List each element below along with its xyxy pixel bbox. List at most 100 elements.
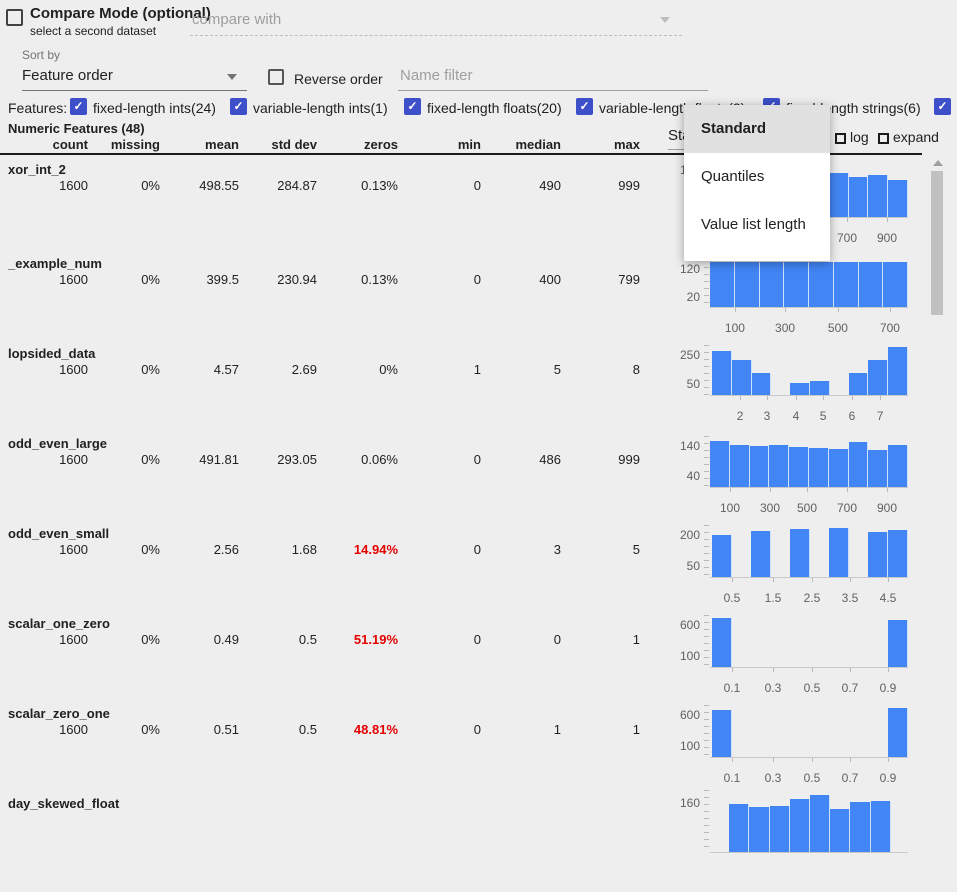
histogram-bar <box>834 262 859 307</box>
histogram-bar <box>769 445 789 487</box>
reverse-order-checkbox[interactable] <box>268 69 284 85</box>
x-axis-label: 2 <box>737 409 744 423</box>
compare-with-placeholder: compare with <box>192 11 281 28</box>
histogram-bar <box>888 530 908 577</box>
compare-mode-checkbox[interactable] <box>6 9 23 26</box>
stat-value: 0% <box>88 452 160 467</box>
x-axis-label: 0.5 <box>724 591 741 605</box>
stat-value: 0 <box>398 632 481 647</box>
x-axis-label: 3.5 <box>842 591 859 605</box>
stat-value: 14.94% <box>317 542 398 557</box>
expand-checkbox[interactable] <box>878 133 889 144</box>
histogram-bar <box>729 804 749 852</box>
vertical-scrollbar[interactable] <box>929 156 945 814</box>
y-axis-label: 140 <box>660 439 700 453</box>
feature-name: xor_int_2 <box>8 162 66 177</box>
stat-value: 0% <box>88 272 160 287</box>
histogram-bar <box>809 448 829 487</box>
histogram-bar <box>829 528 849 577</box>
feature-type-checkbox[interactable]: ✓ <box>404 98 421 115</box>
histogram-bar <box>750 446 770 487</box>
column-header: mean <box>160 137 239 152</box>
histogram-bar <box>712 351 732 395</box>
y-axis-ticks <box>704 436 709 487</box>
column-header: max <box>561 137 640 152</box>
x-axis-tick <box>847 218 848 222</box>
stat-value: 8 <box>561 362 640 377</box>
y-axis-label: 50 <box>660 377 700 391</box>
stat-value: 1600 <box>0 452 88 467</box>
histogram-bar <box>710 262 735 307</box>
stat-value: 399.5 <box>160 272 239 287</box>
stat-value: 293.05 <box>239 452 317 467</box>
feature-type-checkbox[interactable]: ✓ <box>230 98 247 115</box>
expand-label: expand <box>893 129 939 145</box>
x-axis-tick <box>812 668 813 672</box>
menu-item-quantiles[interactable]: Quantiles <box>684 153 830 201</box>
x-axis-label: 2.5 <box>804 591 821 605</box>
feature-type-checkbox[interactable]: ✓ <box>934 98 951 115</box>
feature-stats-row: 16000%399.5230.940.13%0400799 <box>0 272 640 287</box>
stat-value: 0 <box>398 272 481 287</box>
y-axis-label: 120 <box>660 262 700 276</box>
feature-name: _example_num <box>8 256 102 271</box>
feature-histogram: 25050234567 <box>660 345 915 435</box>
stat-value: 0 <box>481 632 561 647</box>
x-axis-label: 100 <box>720 501 740 515</box>
stat-value: 1600 <box>0 272 88 287</box>
histogram-bar <box>888 445 908 487</box>
scroll-up-icon[interactable] <box>933 160 943 166</box>
reverse-order-label: Reverse order <box>294 71 383 87</box>
x-axis-tick <box>767 396 768 400</box>
log-checkbox[interactable] <box>835 133 846 144</box>
histogram-bars <box>710 345 908 396</box>
x-axis-tick <box>888 578 889 582</box>
x-axis-label: 3 <box>764 409 771 423</box>
stat-value: 1600 <box>0 632 88 647</box>
feature-histogram: 14040100300500700900 <box>660 436 915 527</box>
feature-type-label: fixed-length ints(24) <box>93 100 216 116</box>
compare-mode-label: Compare Mode (optional) <box>30 5 211 22</box>
stat-value: 1.68 <box>239 542 317 557</box>
x-axis-tick <box>887 488 888 492</box>
histogram-bar <box>790 383 810 395</box>
y-axis-ticks <box>704 705 709 757</box>
x-axis-label: 0.3 <box>765 771 782 785</box>
feature-stats-row: 16000%0.510.548.81%011 <box>0 722 640 737</box>
histogram-bar <box>784 262 809 307</box>
histogram-bar <box>871 801 891 852</box>
x-axis-label: 700 <box>837 231 857 245</box>
x-axis-tick <box>852 396 853 400</box>
scrollbar-thumb[interactable] <box>931 171 943 315</box>
stat-value: 1 <box>481 722 561 737</box>
stat-value: 0.13% <box>317 178 398 193</box>
menu-item-standard[interactable]: Standard <box>684 105 830 153</box>
sort-by-select[interactable]: Feature order <box>22 63 247 91</box>
stat-value: 0.51 <box>160 722 239 737</box>
stat-value: 486 <box>481 452 561 467</box>
section-title: Numeric Features (48) <box>8 121 145 136</box>
y-axis-label: 100 <box>660 739 700 753</box>
x-axis-label: 0.7 <box>842 681 859 695</box>
stat-value: 1600 <box>0 362 88 377</box>
feature-type-checkbox[interactable]: ✓ <box>70 98 87 115</box>
name-filter-input[interactable]: Name filter <box>398 63 708 91</box>
feature-type-checkbox[interactable]: ✓ <box>576 98 593 115</box>
stat-value: 1 <box>561 632 640 647</box>
column-header: missing <box>88 137 160 152</box>
y-axis-label: 20 <box>660 290 700 304</box>
x-axis-tick <box>888 668 889 672</box>
chart-type-menu: StandardQuantilesValue list length <box>684 105 830 261</box>
stat-value: 284.87 <box>239 178 317 193</box>
stat-value: 0% <box>88 362 160 377</box>
stat-value: 0 <box>398 722 481 737</box>
feature-name: odd_even_large <box>8 436 107 451</box>
compare-with-select[interactable]: compare with <box>190 8 682 36</box>
menu-item-value-list-length[interactable]: Value list length <box>684 201 830 249</box>
y-axis-label: 50 <box>660 559 700 573</box>
x-axis-tick <box>887 218 888 222</box>
x-axis-label: 500 <box>797 501 817 515</box>
histogram-bar <box>732 360 752 395</box>
x-axis-label: 6 <box>849 409 856 423</box>
stat-value: 0% <box>317 362 398 377</box>
